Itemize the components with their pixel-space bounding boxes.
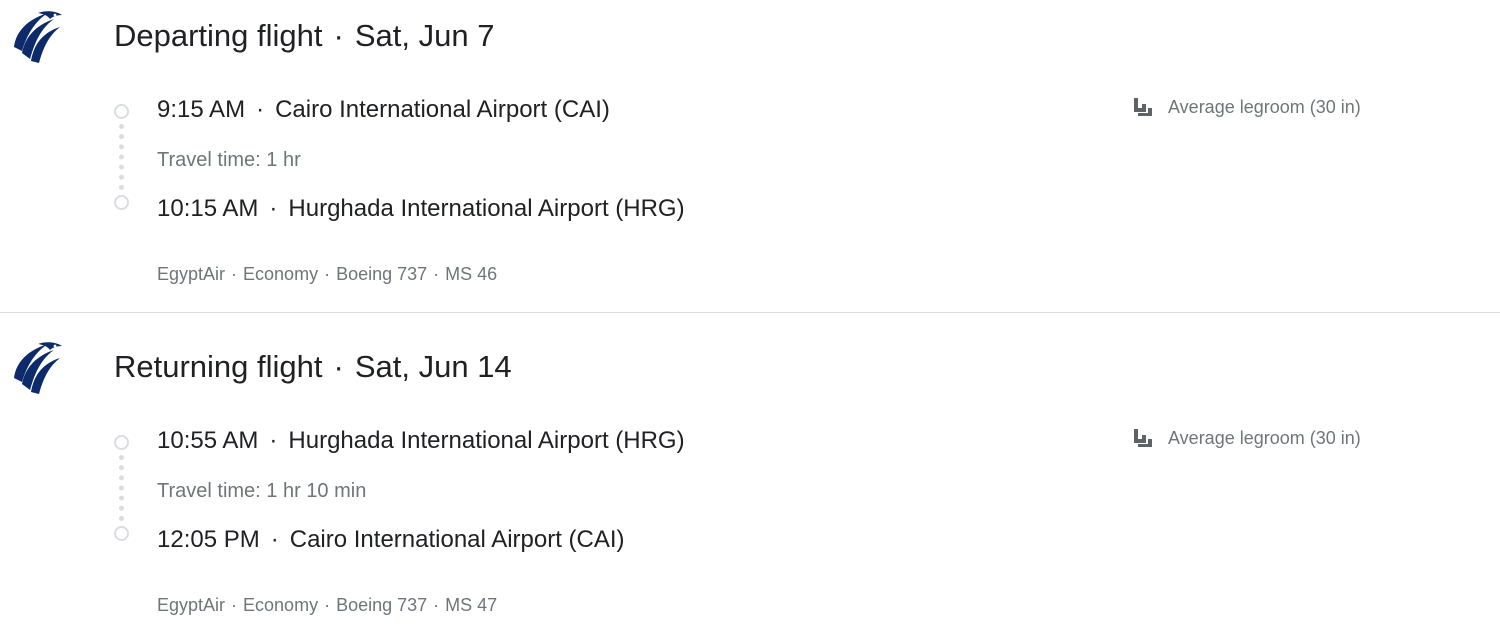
separator-dot: · [231, 595, 238, 615]
separator-dot: · [433, 264, 440, 284]
arrival-stop: 10:15 AM · Hurghada International Airport … [157, 193, 685, 225]
legroom-label: Average legroom (30 in) [1168, 428, 1361, 448]
airline-name: EgyptAir [157, 595, 226, 615]
separator-dot: · [333, 349, 344, 384]
separator-dot: · [231, 264, 238, 284]
separator-dot: · [270, 526, 279, 553]
arrival-time: 10:15 AM [157, 195, 259, 222]
departure-airport: Cairo International Airport (CAI) [275, 96, 610, 123]
travel-time: Travel time: 1 hr 10 min [157, 480, 367, 502]
legroom-info: Average legroom (30 in) [1132, 95, 1361, 119]
aircraft-type: Boeing 737 [336, 264, 428, 284]
separator-dot: · [256, 96, 265, 123]
arrival-airport: Hurghada International Airport (HRG) [288, 195, 685, 222]
flight-title: Departing flight · Sat, Jun 7 [114, 16, 494, 56]
separator-dot: · [324, 264, 331, 284]
travel-time: Travel time: 1 hr [157, 149, 301, 171]
flight-details: EgyptAir · Economy · Boeing 737 · MS 46 [157, 262, 497, 286]
flight-details: EgyptAir · Economy · Boeing 737 · MS 47 [157, 593, 497, 617]
departure-timeline-circle-icon [114, 104, 129, 119]
departure-stop: 9:15 AM · Cairo International Airport (CAI… [157, 94, 610, 126]
separator-dot: · [269, 195, 278, 222]
arrival-timeline-circle-icon [114, 195, 129, 210]
departure-time: 9:15 AM [157, 96, 246, 123]
returning-flight-section: Returning flight · Sat, Jun 14 10:55 AM · Hu… [0, 313, 1500, 625]
flight-direction-label: Returning flight [114, 349, 323, 384]
egyptair-logo-icon [8, 338, 64, 394]
aircraft-type: Boeing 737 [336, 595, 428, 615]
arrival-stop: 12:05 PM · Cairo International Airport (CA… [157, 524, 625, 556]
separator-dot: · [324, 595, 331, 615]
flight-title: Returning flight · Sat, Jun 14 [114, 347, 512, 387]
legroom-info: Average legroom (30 in) [1132, 426, 1361, 450]
cabin-class: Economy [243, 595, 319, 615]
departure-airport: Hurghada International Airport (HRG) [288, 427, 685, 454]
separator-dot: · [269, 427, 278, 454]
flight-direction-label: Departing flight [114, 18, 323, 53]
seat-legroom-icon [1132, 427, 1154, 449]
departing-flight-section: Departing flight · Sat, Jun 7 9:15 AM · Cair… [0, 0, 1500, 312]
departure-timeline-circle-icon [114, 435, 129, 450]
flight-date: Sat, Jun 7 [354, 18, 495, 53]
flight-date: Sat, Jun 14 [354, 349, 512, 384]
flight-number: MS 46 [445, 264, 498, 284]
egyptair-logo-icon [8, 7, 64, 63]
cabin-class: Economy [243, 264, 319, 284]
arrival-airport: Cairo International Airport (CAI) [289, 526, 625, 553]
timeline-dotted-line [119, 455, 124, 521]
departure-time: 10:55 AM [157, 427, 259, 454]
timeline-dotted-line [119, 124, 124, 190]
arrival-time: 12:05 PM [157, 526, 260, 553]
separator-dot: · [433, 595, 440, 615]
seat-legroom-icon [1132, 96, 1154, 118]
arrival-timeline-circle-icon [114, 526, 129, 541]
flight-number: MS 47 [445, 595, 498, 615]
departure-stop: 10:55 AM · Hurghada International Airport … [157, 425, 685, 457]
airline-name: EgyptAir [157, 264, 226, 284]
legroom-label: Average legroom (30 in) [1168, 97, 1361, 117]
separator-dot: · [333, 18, 344, 53]
